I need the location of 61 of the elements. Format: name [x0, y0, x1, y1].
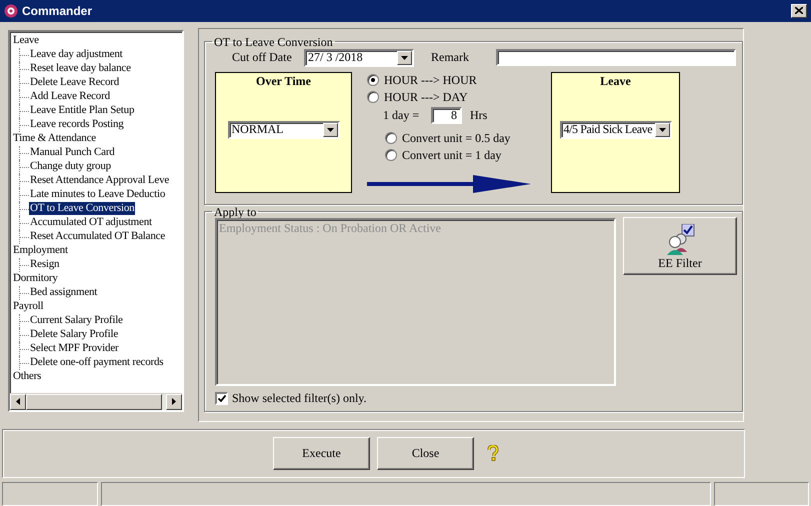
radio-option[interactable]: Convert unit = 1 day — [385, 146, 551, 164]
radio-option[interactable]: HOUR ---> DAY — [367, 88, 551, 106]
tree-item[interactable]: Accumulated OT adjustment — [29, 216, 153, 230]
tree-item[interactable]: Resign — [29, 258, 60, 272]
close-icon — [795, 7, 803, 14]
tree-item[interactable]: Others — [12, 370, 42, 384]
radio-option[interactable]: HOUR ---> HOUR — [367, 72, 551, 89]
tree-item[interactable]: Select MPF Provider — [29, 342, 120, 356]
group-title: OT to Leave Conversion — [213, 36, 334, 47]
leave-select[interactable]: 4/5 Paid Sick Leave — [560, 120, 672, 139]
tree-item[interactable]: Bed assignment — [29, 286, 98, 300]
checkmark-icon — [218, 394, 226, 402]
close-button[interactable] — [791, 4, 807, 18]
action-button[interactable]: Execute — [273, 436, 370, 470]
app-icon — [4, 4, 18, 18]
tree-item[interactable]: Leave day adjustment — [29, 48, 124, 62]
tree-item[interactable]: Reset leave day balance — [29, 62, 132, 76]
date-picker[interactable]: 27/ 3 /2018 — [304, 48, 414, 67]
action-button[interactable]: Close — [377, 436, 474, 470]
tree-item[interactable]: OT to Leave Conversion — [29, 202, 136, 216]
group-title: Apply to — [213, 206, 258, 217]
tree-item[interactable]: Reset Accumulated OT Balance — [29, 230, 166, 244]
tree-item[interactable]: Delete Leave Record — [29, 76, 120, 90]
tree-item[interactable]: Manual Punch Card — [29, 146, 116, 160]
field-label: 1 day = — [383, 108, 420, 124]
people-filter-icon — [665, 224, 695, 256]
tree-item[interactable]: Late minutes to Leave Deductio — [29, 188, 166, 202]
filter-entry: Employment Status : On Probation OR Active — [219, 220, 442, 236]
remark-field[interactable] — [496, 49, 736, 66]
dropdown-arrow-icon — [401, 56, 408, 60]
horizontal-scrollbar[interactable] — [10, 392, 182, 410]
tree-item[interactable]: Leave — [12, 34, 40, 48]
left-arrow-icon[interactable] — [16, 398, 20, 406]
field-label: Cut off Date — [232, 50, 293, 66]
tree-item[interactable]: Payroll — [12, 300, 44, 314]
radio-option[interactable]: Convert unit = 0.5 day — [385, 130, 551, 147]
tree-item[interactable]: Employment — [12, 244, 69, 258]
window-title: Commander — [22, 4, 94, 18]
hours-field[interactable]: 8 — [431, 107, 462, 124]
overtime-select[interactable]: NORMAL — [228, 120, 340, 139]
tree-item[interactable]: Change duty group — [29, 160, 112, 174]
tree-item[interactable]: Current Salary Profile — [29, 314, 124, 328]
tree-item[interactable]: Add Leave Record — [29, 90, 111, 104]
right-arrow-icon[interactable] — [172, 398, 176, 406]
field-label: Remark — [431, 50, 470, 66]
tree-item[interactable]: Leave Entitle Plan Setup — [29, 104, 136, 118]
box-title: Over Time — [256, 74, 311, 89]
dropdown-arrow-icon — [658, 128, 666, 132]
ee-filter-button[interactable]: EE Filter — [623, 216, 737, 275]
arrow-icon — [367, 174, 531, 193]
unit-label: Hrs — [470, 108, 488, 124]
tree-item[interactable]: Reset Attendance Approval Leve — [29, 174, 170, 188]
tree-item[interactable]: Delete Salary Profile — [29, 328, 120, 342]
tree-item[interactable]: Time & Attendance — [12, 132, 97, 146]
box-title: Leave — [600, 74, 631, 89]
help-icon[interactable] — [487, 445, 499, 462]
dropdown-arrow-icon — [326, 128, 334, 132]
tree-item[interactable]: Dormitory — [12, 272, 59, 286]
tree-item[interactable]: Delete one-off payment records — [29, 356, 164, 370]
tree-item[interactable]: Leave records Posting — [29, 118, 125, 132]
show-selected-checkbox[interactable]: Show selected filter(s) only. — [215, 390, 742, 406]
